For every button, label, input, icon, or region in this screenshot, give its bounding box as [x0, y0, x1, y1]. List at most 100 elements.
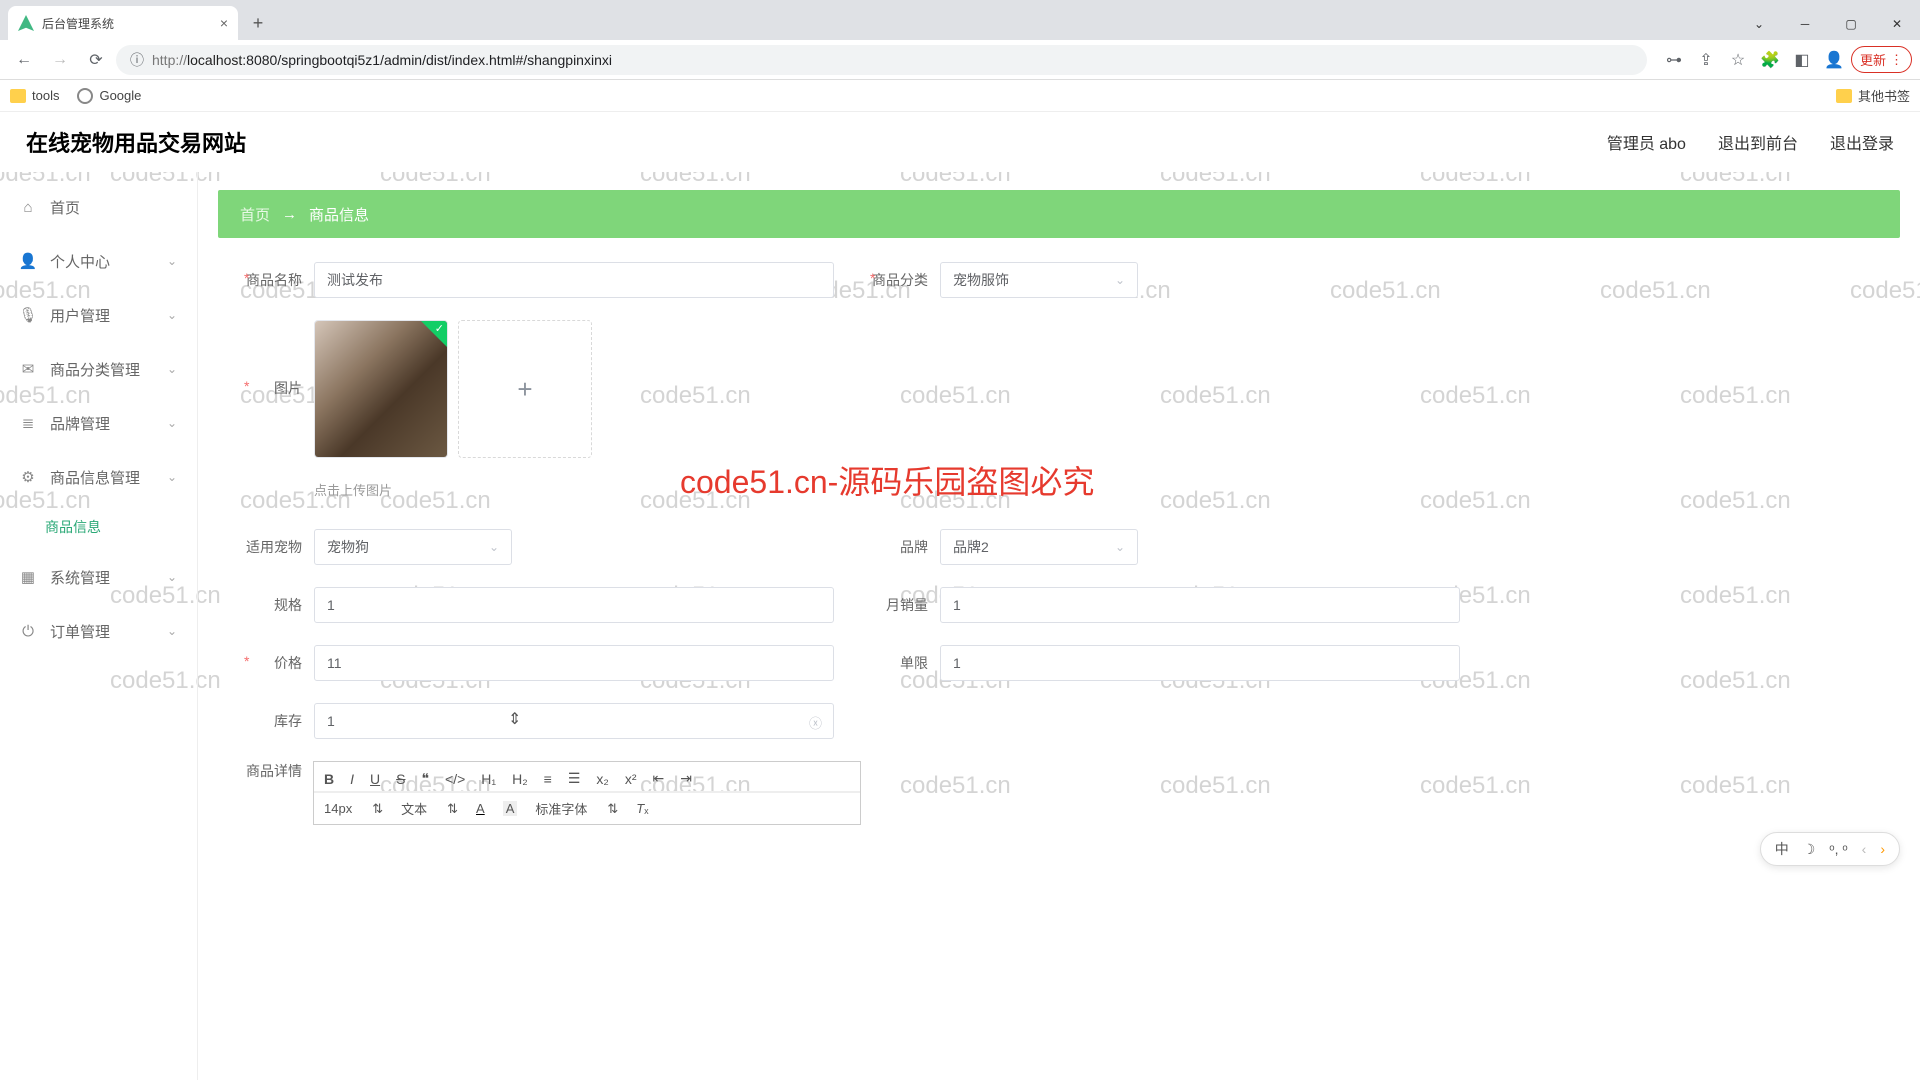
sidebar: ⌂ 首页 👤 个人中心 ⌄ 🎙 用户管理 ⌄ ✉ 商品分类管理 ⌄ ≣ 品牌管理 — [0, 172, 198, 1080]
ol-icon[interactable]: ≡ — [544, 771, 552, 787]
ime-punct[interactable]: ᵒ, ᵒ — [1829, 841, 1847, 857]
bg-color-icon[interactable]: A — [503, 801, 518, 816]
font-family-select[interactable]: 标准字体⇅ — [535, 799, 618, 818]
sidebar-item-category[interactable]: ✉ 商品分类管理 ⌄ — [0, 342, 197, 396]
sidebar-item-home[interactable]: ⌂ 首页 — [0, 180, 197, 234]
font-size-select[interactable]: 14px⇅ — [324, 801, 383, 817]
upload-hint: 点击上传图片 — [314, 480, 1890, 499]
rich-text-editor[interactable]: B I U S ❝ </> H₁ H₂ ≡ ☰ x₂ x² ⇤ — [313, 761, 861, 825]
plus-icon: + — [517, 374, 532, 405]
sidebar-item-brand[interactable]: ≣ 品牌管理 ⌄ — [0, 396, 197, 450]
tab-close-icon[interactable]: × — [220, 15, 228, 31]
italic-icon[interactable]: I — [350, 771, 354, 787]
sidebar-item-order[interactable]: ⏻ 订单管理 ⌄ — [0, 604, 197, 658]
ime-toolbar[interactable]: 中 ☽ ᵒ, ᵒ ‹ › — [1760, 832, 1900, 866]
exit-frontend-link[interactable]: 退出到前台 — [1718, 130, 1798, 154]
mail-icon: ✉ — [20, 361, 36, 377]
site-info-icon[interactable]: ⓘ — [130, 50, 144, 70]
sidebar-item-users[interactable]: 🎙 用户管理 ⌄ — [0, 288, 197, 342]
bookmark-other[interactable]: 其他书签 — [1836, 86, 1910, 105]
product-name-input[interactable] — [314, 262, 834, 298]
indent-right-icon[interactable]: ⇥ — [680, 770, 692, 787]
forward-button[interactable]: → — [44, 44, 76, 76]
strike-icon[interactable]: S — [396, 771, 405, 787]
label-category: 商品分类 — [854, 270, 940, 290]
back-button[interactable]: ← — [8, 44, 40, 76]
browser-tabstrip: 后台管理系统 × + ⌄ ─ ▢ ✕ — [0, 0, 1920, 40]
bold-icon[interactable]: B — [324, 771, 334, 787]
browser-tab[interactable]: 后台管理系统 × — [8, 6, 238, 40]
sidebar-item-system[interactable]: ▦ 系统管理 ⌄ — [0, 550, 197, 604]
h1-icon[interactable]: H₁ — [481, 771, 496, 787]
vue-favicon-icon — [18, 15, 34, 31]
updown-icon: ⇅ — [372, 801, 383, 817]
spec-input[interactable] — [314, 587, 834, 623]
extensions-icon[interactable]: 🧩 — [1755, 45, 1785, 75]
h2-icon[interactable]: H₂ — [512, 771, 528, 787]
label-pet: 适用宠物 — [228, 537, 314, 557]
quote-icon[interactable]: ❝ — [421, 770, 429, 787]
label-spec: 规格 — [228, 595, 314, 615]
sales-input[interactable] — [940, 587, 1460, 623]
category-select[interactable]: 宠物服饰⌄ — [940, 262, 1138, 298]
limit-input[interactable] — [940, 645, 1460, 681]
brand-select[interactable]: 品牌2⌄ — [940, 529, 1138, 565]
breadcrumb-home[interactable]: 首页 — [240, 204, 270, 225]
tab-title: 后台管理系统 — [42, 15, 212, 32]
logout-link[interactable]: 退出登录 — [1830, 130, 1894, 154]
browser-toolbar: ← → ⟳ ⓘ http://localhost:8080/springboot… — [0, 40, 1920, 80]
share-icon[interactable]: ⇪ — [1691, 45, 1721, 75]
clear-input-icon[interactable]: ⓧ — [809, 713, 822, 732]
minimize-icon[interactable]: ─ — [1782, 8, 1828, 40]
clear-format-icon[interactable]: Tₓ — [636, 801, 648, 816]
price-input[interactable] — [314, 645, 834, 681]
power-icon: ⏻ — [20, 623, 36, 639]
sidebar-item-product[interactable]: ⚙ 商品信息管理 ⌄ — [0, 450, 197, 504]
admin-label[interactable]: 管理员 abo — [1607, 130, 1686, 154]
close-window-icon[interactable]: ✕ — [1874, 8, 1920, 40]
underline-icon[interactable]: U — [370, 771, 380, 787]
bookmark-tools[interactable]: tools — [10, 88, 59, 103]
chevron-down-icon[interactable]: ⌄ — [1736, 8, 1782, 40]
ime-right-icon[interactable]: › — [1880, 841, 1885, 857]
image-upload-button[interactable]: + — [458, 320, 592, 458]
maximize-icon[interactable]: ▢ — [1828, 8, 1874, 40]
bookmarks-bar: tools Google 其他书签 — [0, 80, 1920, 112]
ime-lang[interactable]: 中 — [1775, 839, 1789, 859]
editor-toolbar: B I U S ❝ </> H₁ H₂ ≡ ☰ x₂ x² ⇤ — [314, 762, 860, 792]
bookmark-star-icon[interactable]: ☆ — [1723, 45, 1753, 75]
reload-button[interactable]: ⟳ — [80, 44, 112, 76]
chevron-down-icon: ⌄ — [167, 470, 177, 484]
bookmark-google[interactable]: Google — [77, 88, 141, 104]
sidebar-item-personal[interactable]: 👤 个人中心 ⌄ — [0, 234, 197, 288]
google-icon — [77, 88, 93, 104]
code-icon[interactable]: </> — [445, 771, 465, 787]
password-key-icon[interactable]: ⊶ — [1659, 45, 1689, 75]
main-content: 首页 → 商品信息 商品名称 商品分类 宠物服饰⌄ — [198, 172, 1920, 1080]
indent-left-icon[interactable]: ⇤ — [653, 770, 665, 787]
uploaded-image-thumb[interactable] — [314, 320, 448, 458]
ime-left-icon[interactable]: ‹ — [1862, 841, 1867, 857]
font-color-icon[interactable]: A — [476, 801, 485, 816]
app-header: 在线宠物用品交易网站 管理员 abo 退出到前台 退出登录 — [0, 112, 1920, 172]
subscript-icon[interactable]: x₂ — [596, 771, 608, 787]
chevron-down-icon: ⌄ — [167, 308, 177, 322]
stock-input[interactable] — [314, 703, 834, 739]
superscript-icon[interactable]: x² — [625, 771, 637, 787]
folder-icon — [10, 89, 26, 103]
chevron-down-icon: ⌄ — [489, 540, 499, 554]
label-stock: 库存 — [228, 711, 314, 731]
address-bar[interactable]: ⓘ http://localhost:8080/springbootqi5z1/… — [116, 45, 1647, 75]
new-tab-button[interactable]: + — [244, 9, 272, 37]
ime-moon-icon[interactable]: ☽ — [1803, 841, 1816, 858]
font-type-select[interactable]: 文本⇅ — [401, 799, 458, 818]
sidepanel-icon[interactable]: ◧ — [1787, 45, 1817, 75]
resize-cursor-icon: ⇕ — [508, 709, 521, 729]
pet-select[interactable]: 宠物狗⌄ — [314, 529, 512, 565]
profile-avatar-icon[interactable]: 👤 — [1819, 45, 1849, 75]
sidebar-sub-product-info[interactable]: 商品信息 — [0, 504, 197, 550]
label-brand: 品牌 — [854, 537, 940, 557]
update-chrome-button[interactable]: 更新⋮ — [1851, 46, 1912, 73]
ul-icon[interactable]: ☰ — [568, 770, 581, 787]
system-icon: ▦ — [20, 569, 36, 585]
